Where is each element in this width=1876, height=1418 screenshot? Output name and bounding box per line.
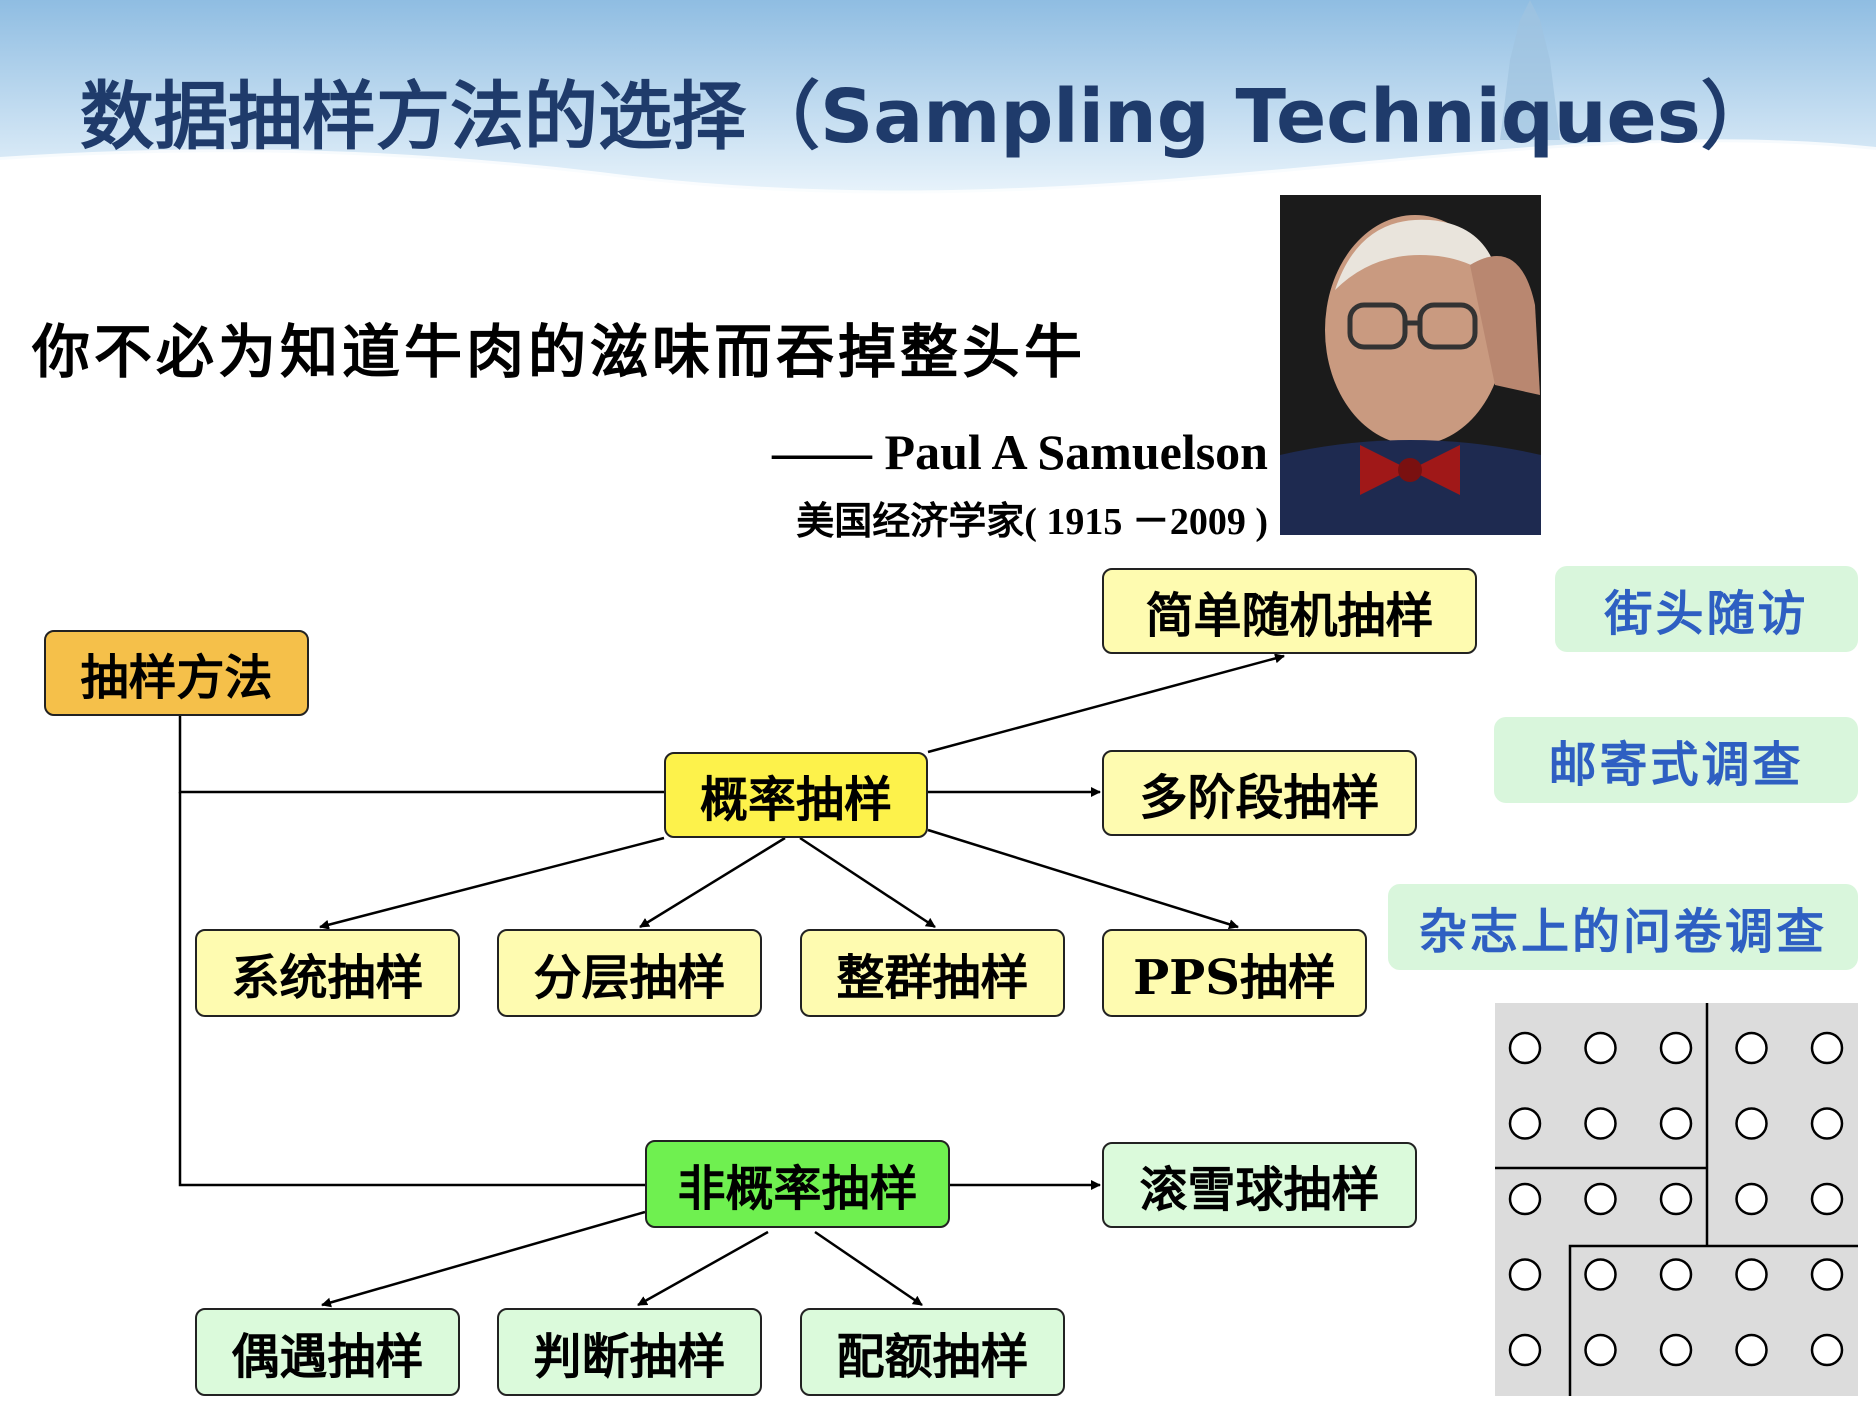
node-convenience-sampling: 偶遇抽样 xyxy=(195,1308,460,1396)
node-quota-sampling: 配额抽样 xyxy=(800,1308,1065,1396)
grid-unit-circle xyxy=(1810,1333,1844,1367)
node-probability-sampling: 概率抽样 xyxy=(664,752,928,838)
node-stratified-sampling: 分层抽样 xyxy=(497,929,762,1017)
grid-unit-circle xyxy=(1659,1031,1693,1065)
grid-unit-circle xyxy=(1810,1182,1844,1216)
node-snowball-sampling: 滚雪球抽样 xyxy=(1102,1142,1417,1228)
cluster-sampling-grid-figure xyxy=(1495,1003,1858,1396)
example-street-interview: 街头随访 xyxy=(1555,566,1858,652)
grid-unit-circle xyxy=(1810,1258,1844,1291)
grid-unit-circle xyxy=(1659,1333,1693,1367)
example-mail-survey: 邮寄式调查 xyxy=(1494,717,1858,803)
node-non-probability-sampling: 非概率抽样 xyxy=(645,1140,950,1228)
grid-unit-circle xyxy=(1735,1107,1768,1140)
example-magazine-questionnaire: 杂志上的问卷调查 xyxy=(1388,884,1858,970)
grid-unit-circle xyxy=(1584,1107,1617,1140)
grid-unit-circle xyxy=(1584,1031,1617,1065)
grid-unit-circle xyxy=(1810,1031,1844,1065)
grid-unit-circle xyxy=(1584,1333,1617,1367)
grid-unit-circle xyxy=(1735,1031,1768,1065)
grid-unit-circle xyxy=(1659,1258,1693,1291)
node-systematic-sampling: 系统抽样 xyxy=(195,929,460,1017)
node-pps-sampling: PPS抽样 xyxy=(1102,929,1367,1017)
grid-unit-circle xyxy=(1735,1333,1768,1367)
node-cluster-sampling: 整群抽样 xyxy=(800,929,1065,1017)
grid-unit-circle xyxy=(1659,1107,1693,1140)
node-sampling-methods: 抽样方法 xyxy=(44,630,309,716)
grid-unit-circle xyxy=(1508,1031,1542,1065)
grid-unit-circle xyxy=(1810,1107,1844,1140)
grid-unit-circle xyxy=(1508,1333,1542,1367)
node-simple-random-sampling: 简单随机抽样 xyxy=(1102,568,1477,654)
grid-unit-circle xyxy=(1508,1182,1542,1216)
grid-unit-circle xyxy=(1659,1182,1693,1216)
grid-unit-circle xyxy=(1584,1182,1617,1216)
grid-unit-circle xyxy=(1508,1107,1542,1140)
grid-unit-circle xyxy=(1584,1258,1617,1291)
grid-unit-circle xyxy=(1735,1258,1768,1291)
grid-unit-circle xyxy=(1735,1182,1768,1216)
grid-unit-circle xyxy=(1508,1258,1542,1291)
node-judgment-sampling: 判断抽样 xyxy=(497,1308,762,1396)
node-multi-stage-sampling: 多阶段抽样 xyxy=(1102,750,1417,836)
